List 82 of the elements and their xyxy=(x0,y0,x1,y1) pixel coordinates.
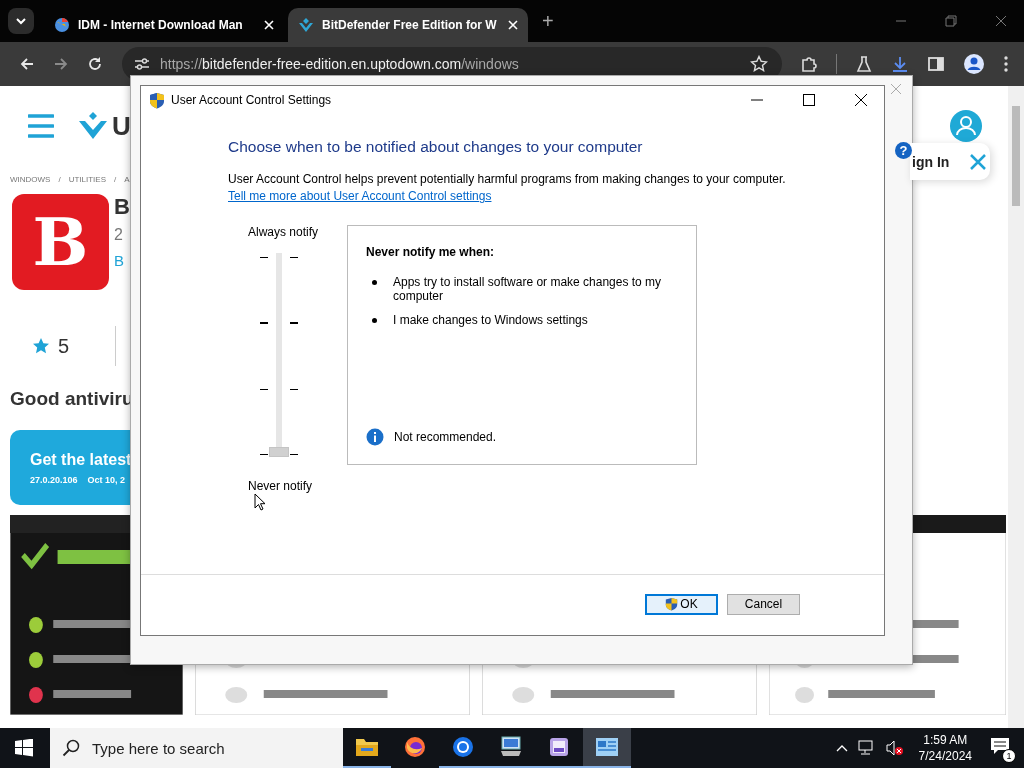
notification-count: 1 xyxy=(1002,749,1016,763)
download-icon[interactable] xyxy=(891,55,909,73)
date-text: 7/24/2024 xyxy=(918,749,972,763)
shield-icon xyxy=(665,597,679,611)
arrow-down-icon xyxy=(298,17,314,33)
breadcrumb-separator: / xyxy=(58,175,61,184)
bullet-dot xyxy=(372,280,377,285)
slider-thumb[interactable] xyxy=(269,447,289,457)
rating-value: 5 xyxy=(58,334,70,358)
folder-icon xyxy=(355,736,379,758)
close-icon[interactable] xyxy=(855,94,867,106)
breadcrumb-link[interactable]: A xyxy=(124,175,130,184)
time-text: 1:59 AM xyxy=(923,733,968,747)
chevron-down-icon xyxy=(15,17,27,25)
new-tab-button[interactable]: + xyxy=(542,9,554,33)
logo-icon[interactable] xyxy=(78,111,108,141)
user-avatar-icon[interactable] xyxy=(950,110,982,142)
star-icon xyxy=(32,337,50,355)
hamburger-menu-icon[interactable] xyxy=(28,113,54,139)
version-text: 27.0.20.106 xyxy=(30,474,78,485)
tab-list-button[interactable] xyxy=(8,8,34,34)
chevron-up-icon[interactable] xyxy=(835,744,848,752)
notification-icon[interactable] xyxy=(990,737,1010,755)
breadcrumb-link[interactable]: UTILITIES xyxy=(68,175,106,184)
puzzle-icon[interactable] xyxy=(800,55,818,73)
info-icon xyxy=(366,428,384,446)
search-field[interactable]: Type here to search xyxy=(50,728,343,768)
back-icon[interactable] xyxy=(19,56,35,72)
flask-icon[interactable] xyxy=(855,55,873,73)
breadcrumb-separator: / xyxy=(114,175,117,184)
bullet-text: I make changes to Windows settings xyxy=(393,313,588,327)
shield-icon xyxy=(149,91,165,109)
sign-in-link[interactable]: ign In xyxy=(912,153,950,170)
slider-bottom-label: Never notify xyxy=(248,479,313,493)
browser-icon xyxy=(452,736,474,758)
slider-top-label: Always notify xyxy=(248,225,319,239)
app-title: B xyxy=(114,194,130,220)
bullet-dot xyxy=(372,318,377,323)
tab-title: BitDefender Free Edition for W xyxy=(322,18,498,32)
tab-title: IDM - Internet Download Man xyxy=(78,18,244,32)
url-path: /windows xyxy=(461,56,519,72)
app-icon: B xyxy=(12,194,109,290)
warning-text: Not recommended. xyxy=(394,430,497,444)
banner-title: Get the latest xyxy=(30,450,132,469)
help-link[interactable]: Tell me more about User Account Control settings xyxy=(228,189,492,203)
restore-icon[interactable] xyxy=(945,15,957,27)
windows-start-icon[interactable] xyxy=(15,739,33,757)
reload-icon[interactable] xyxy=(87,56,103,72)
cancel-button[interactable]: Cancel xyxy=(727,593,800,615)
network-icon[interactable] xyxy=(857,740,876,756)
bullet-text: Apps try to install software or make changes to my computer xyxy=(393,275,663,303)
search-icon xyxy=(62,739,80,757)
ok-button[interactable]: OK xyxy=(645,593,718,615)
side-panel-icon[interactable] xyxy=(927,55,945,73)
app-version: 2 xyxy=(114,226,123,244)
breadcrumb-link[interactable]: WINDOWS xyxy=(10,175,51,184)
window-icon xyxy=(595,737,619,757)
url-scheme: https:// xyxy=(160,56,203,72)
app-icon xyxy=(548,736,570,758)
description-text: User Account Control helps prevent potentially harmful programs from making changes to your computer. xyxy=(228,172,787,186)
notification-slider[interactable] xyxy=(269,253,289,457)
mouse-cursor-icon xyxy=(254,493,266,511)
scrollbar[interactable] xyxy=(1008,86,1024,728)
taskbar-app[interactable] xyxy=(583,728,631,768)
browser-tab[interactable]: IDM - Internet Download Man xyxy=(44,8,284,42)
firefox-icon xyxy=(404,736,426,758)
globe-icon xyxy=(54,17,70,33)
logo-text: U xyxy=(112,110,131,142)
clock[interactable]: 1:59 AM 7/24/2024 xyxy=(918,733,972,763)
maximize-icon[interactable] xyxy=(803,94,815,106)
volume-muted-icon[interactable] xyxy=(885,740,904,756)
date-text: Oct 10, 2 xyxy=(87,474,126,485)
dialog-heading: Choose when to be notified about changes to your computer xyxy=(228,138,644,156)
browser-tab[interactable]: BitDefender Free Edition for W xyxy=(288,8,528,42)
menu-icon[interactable] xyxy=(1003,55,1009,73)
star-icon[interactable] xyxy=(750,55,768,73)
site-settings-icon[interactable] xyxy=(134,57,150,71)
profile-icon[interactable] xyxy=(963,53,985,75)
computer-icon xyxy=(499,736,523,758)
url-host: bitdefender-free-edition.en.uptodown.com xyxy=(202,56,462,72)
panel-title: Never notify me when: xyxy=(366,245,496,259)
window-title: User Account Control Settings xyxy=(171,93,332,107)
